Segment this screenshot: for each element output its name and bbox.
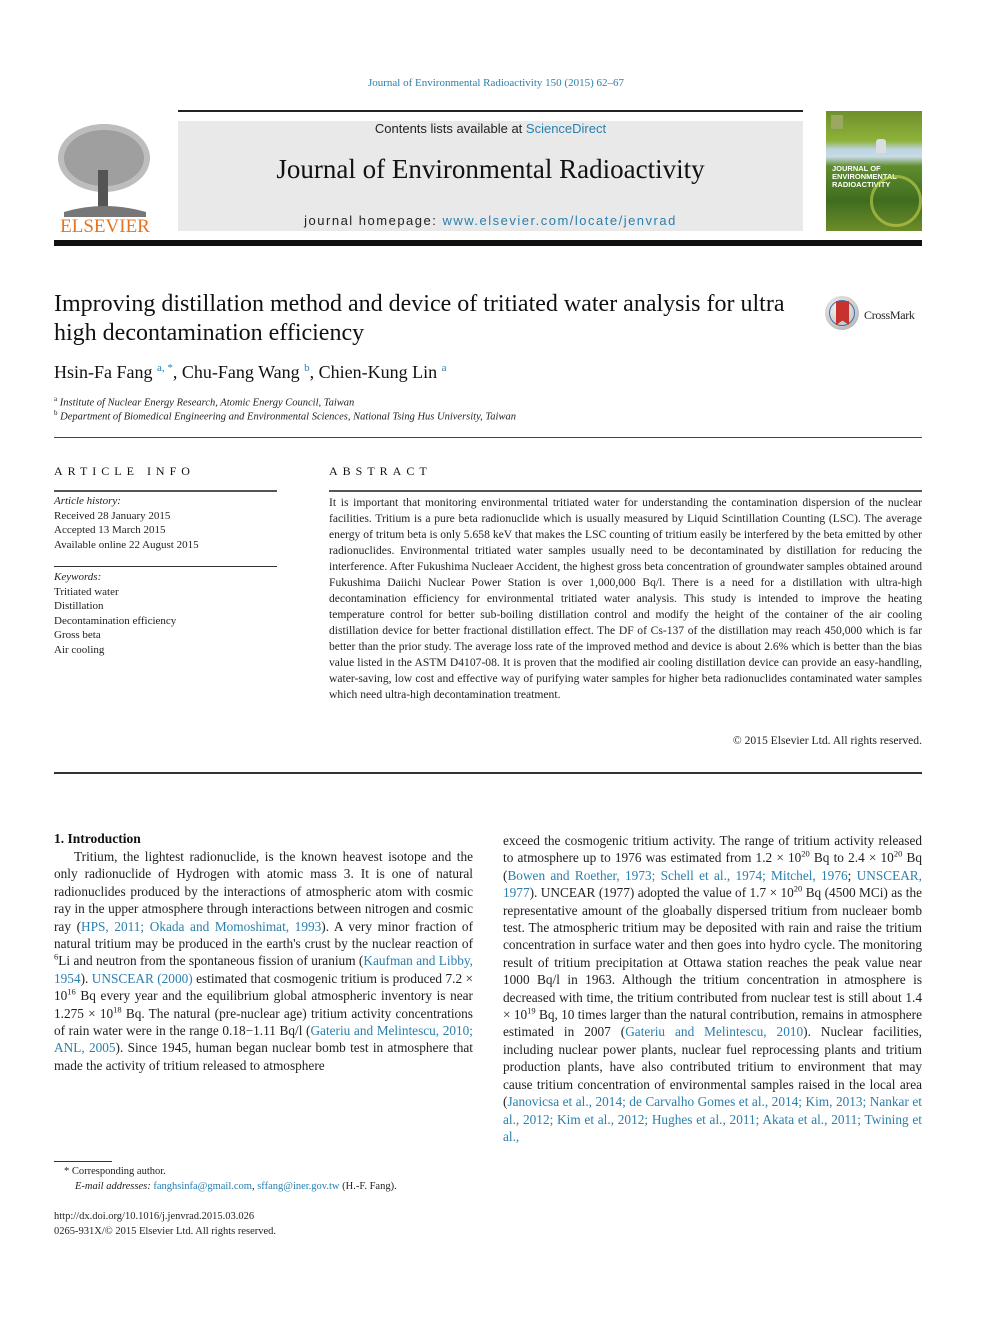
keyword: Tritiated water [54, 585, 119, 598]
author-affil-link[interactable]: b [304, 362, 310, 374]
elsevier-logo[interactable]: ELSEVIER [54, 120, 156, 237]
divider [54, 566, 277, 567]
journal-title: Journal of Environmental Radioactivity [276, 154, 705, 184]
body-column-right: exceed the cosmogenic tritium activity. … [503, 832, 922, 1145]
keyword: Decontamination efficiency [54, 614, 177, 627]
author-name[interactable]: Chu-Fang Wang [182, 362, 300, 382]
footnote-corresponding: * Corresponding author. [64, 1166, 166, 1177]
crossmark-button[interactable]: CrossMark [825, 296, 925, 336]
email-link[interactable]: fanghsinfa@gmail.com [153, 1181, 252, 1192]
history-label: Article history: [54, 495, 121, 507]
radiation-symbol-icon [870, 175, 922, 227]
author-affil-link[interactable]: a [442, 362, 447, 374]
article-title: Improving distillation method and device… [54, 291, 785, 346]
running-head[interactable]: Journal of Environmental Radioactivity 1… [0, 77, 992, 89]
history-accepted: Accepted 13 March 2015 [54, 524, 166, 536]
header-rule [178, 110, 803, 112]
author-list: Hsin-Fa Fang a, *, Chu-Fang Wang b, Chie… [54, 362, 447, 382]
history-received: Received 28 January 2015 [54, 509, 171, 522]
sciencedirect-link[interactable]: ScienceDirect [526, 121, 606, 136]
abstract-heading: ABSTRACT [329, 464, 432, 478]
svg-text:ELSEVIER: ELSEVIER [60, 216, 150, 235]
email-label: E-mail addresses: [75, 1181, 151, 1192]
citation-link[interactable]: Bowen and Roether, 1973; Schell et al., … [507, 868, 847, 883]
issn-copyright: 0265-931X/© 2015 Elsevier Ltd. All right… [54, 1226, 277, 1237]
paragraph: Tritium, the lightest radionuclide, is t… [54, 849, 474, 1073]
doi-link[interactable]: http://dx.doi.org/10.1016/j.jenvrad.2015… [54, 1211, 254, 1222]
homepage-prefix: journal homepage: [304, 213, 443, 228]
article-history: Article history: Received 28 January 201… [54, 494, 277, 552]
keywords-label: Keywords: [54, 571, 102, 583]
email-link[interactable]: sffang@iner.gov.tw [257, 1181, 339, 1192]
footnote-rule [54, 1161, 112, 1162]
keyword: Air cooling [54, 643, 105, 656]
divider [54, 490, 277, 492]
abstract-text: It is important that monitoring environm… [329, 496, 922, 701]
contents-prefix: Contents lists available at [374, 121, 526, 136]
divider [329, 490, 922, 492]
author-name[interactable]: Hsin-Fa Fang [54, 362, 153, 382]
author-affil-link[interactable]: a, * [157, 362, 173, 374]
keyword: Distillation [54, 600, 104, 612]
author-name[interactable]: Chien-Kung Lin [319, 362, 438, 382]
affiliation: b Department of Biomedical Engineering a… [54, 409, 516, 423]
homepage-line: journal homepage: www.elsevier.com/locat… [178, 213, 803, 228]
header-thick-rule [54, 240, 922, 246]
cover-cooling-tower [876, 139, 886, 153]
divider [54, 772, 922, 774]
contents-line: Contents lists available at ScienceDirec… [178, 121, 803, 136]
journal-cover-thumbnail[interactable]: JOURNAL OF ENVIRONMENTAL RADIOACTIVITY [826, 111, 922, 231]
history-online: Available online 22 August 2015 [54, 538, 199, 551]
keywords: Keywords: Tritiated water Distillation D… [54, 570, 277, 657]
crossmark-label: CrossMark [864, 308, 915, 322]
divider [54, 437, 922, 438]
body-column-left: Tritium, the lightest radionuclide, is t… [54, 848, 473, 1074]
article-info-heading: ARTICLE INFO [54, 464, 195, 478]
cover-publisher-mark [831, 115, 843, 129]
section-heading-introduction: 1. Introduction [54, 831, 141, 846]
footnote-emails: E-mail addresses: fanghsinfa@gmail.com, … [75, 1181, 397, 1192]
keyword: Gross beta [54, 629, 101, 641]
paragraph: exceed the cosmogenic tritium activity. … [503, 833, 923, 1144]
citation-link[interactable]: Janovicsa et al., 2014; de Carvalho Gome… [503, 1094, 922, 1144]
citation-link[interactable]: Gateriu and Melintescu, 2010 [625, 1024, 803, 1039]
affiliation: a Institute of Nuclear Energy Research, … [54, 395, 355, 409]
elsevier-tree-icon: ELSEVIER [58, 124, 150, 237]
homepage-link[interactable]: www.elsevier.com/locate/jenvrad [442, 213, 676, 228]
citation-link[interactable]: UNSCEAR (2000) [92, 971, 193, 986]
journal-masthead: Contents lists available at ScienceDirec… [178, 121, 803, 231]
citation-link[interactable]: HPS, 2011; Okada and Momoshimat, 1993 [81, 919, 321, 934]
abstract-copyright: © 2015 Elsevier Ltd. All rights reserved… [732, 734, 922, 747]
